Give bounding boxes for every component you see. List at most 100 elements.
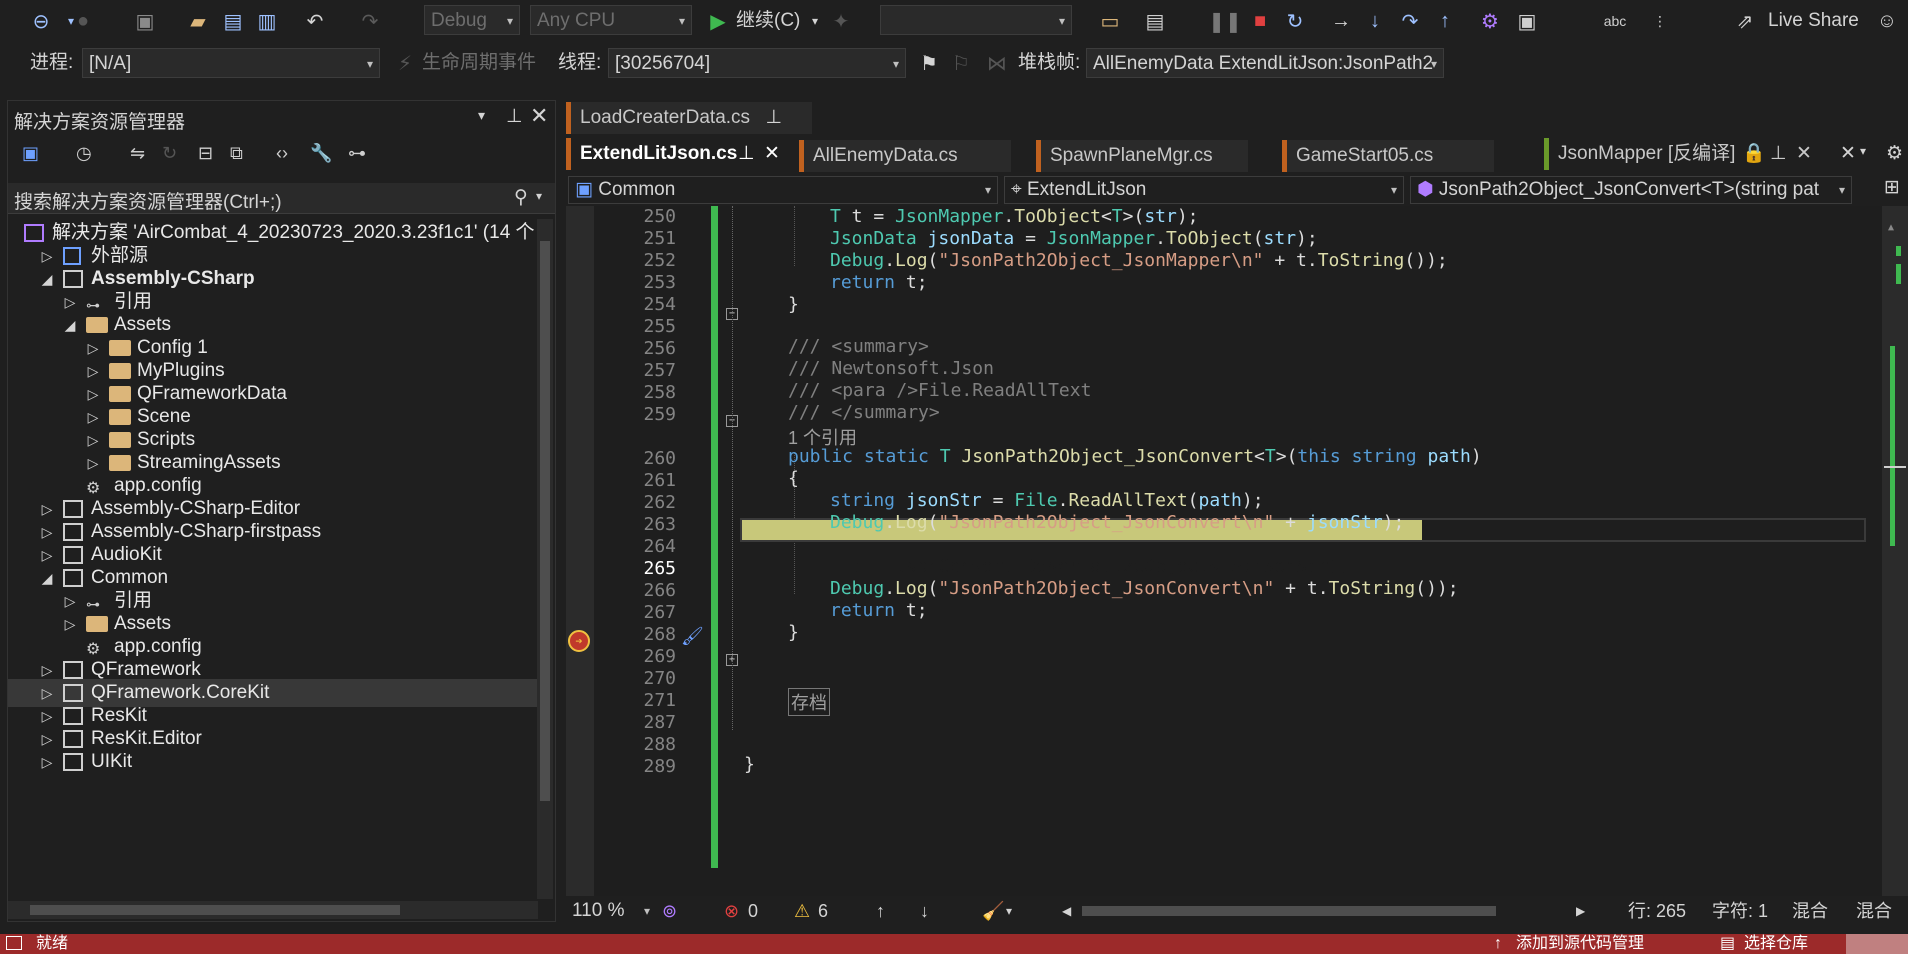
code-line-260[interactable]: public static T JsonPath2Object_JsonConv… [788,446,1482,467]
chevron-down-icon[interactable]: ▾ [1860,144,1866,158]
tab-spawnplanemgr[interactable]: SpawnPlaneMgr.cs [1036,140,1248,172]
code-editor[interactable]: ➔ 🖌 − − + 250 251 252 253 254 255 256 257 258 259… [566,206,1908,896]
notifications-icon[interactable] [1846,934,1908,954]
pin-icon[interactable]: ⊥ [1770,138,1787,170]
filter-icon[interactable]: ⋈ [982,48,1012,78]
scroll-right-icon[interactable]: ▶ [1576,896,1585,926]
switch-views-icon[interactable]: ▣ [22,143,39,164]
process-select[interactable]: [N/A] ▾ [82,48,380,78]
class-select[interactable]: ⌖ ExtendLitJson ▾ [1004,176,1404,204]
tree-item[interactable]: ▷ UIKit [8,748,538,776]
properties-icon[interactable]: 🔧 [310,143,332,164]
warning-count[interactable]: 6 [818,896,828,926]
horizontal-scrollbar[interactable] [8,901,538,919]
play-icon[interactable]: ▶ [703,6,733,36]
config-select[interactable]: Debug ▾ [424,5,520,35]
vertical-scrollbar[interactable] [537,219,553,899]
tab-gamestart05[interactable]: GameStart05.cs [1282,140,1494,172]
stop-icon[interactable]: ■ [1245,6,1275,36]
live-share-button[interactable]: Live Share [1768,6,1859,36]
code-line-289[interactable]: } [744,754,755,775]
code-line-254[interactable]: } [788,294,799,315]
show-next-statement-icon[interactable]: → [1326,6,1356,36]
forward-icon[interactable]: ● [68,6,98,36]
tab-allenemydata[interactable]: AllEnemyData.cs [799,140,1011,172]
overflow-icon[interactable]: ⋮ [1645,6,1675,36]
platform-select[interactable]: Any CPU ▾ [530,5,692,35]
collapse-all-icon[interactable]: ⊟ [198,143,213,164]
chevron-down-icon[interactable]: ▾ [1006,896,1012,926]
search-input[interactable]: 搜索解决方案资源管理器(Ctrl+;) [14,187,282,214]
close-icon[interactable]: ✕ [1796,138,1812,170]
tab-extendlitjson[interactable]: ExtendLitJson.cs ⊥ ✕ [566,138,794,170]
scroll-left-icon[interactable]: ◀ [1062,896,1071,926]
code-line-251[interactable]: JsonData jsonData = JsonMapper.ToObject(… [830,228,1318,249]
save-icon[interactable]: ▤ [218,6,248,36]
close-all-icon[interactable]: ✕ [1840,142,1856,165]
code-line-252[interactable]: Debug.Log("JsonPath2Object_JsonMapper\n"… [830,250,1448,271]
windows-icon[interactable]: ▣ [1512,6,1542,36]
split-icon[interactable]: ⊞ [1884,176,1900,199]
close-icon[interactable]: ✕ [530,103,548,129]
search-box[interactable]: 搜索解决方案资源管理器(Ctrl+;) ⚲ ▾ [8,183,555,214]
code-line-258[interactable]: /// <para />File.ReadAllText [788,380,1091,401]
code-line-259[interactable]: /// </summary> [788,402,940,423]
lifecycle-events-label[interactable]: 生命周期事件 [422,48,536,78]
error-count[interactable]: 0 [748,896,758,926]
zoom-select[interactable]: 110 % ▾ [566,896,656,926]
sync-icon[interactable]: ⇋ [130,143,145,164]
code-line-267[interactable]: return t; [830,600,928,621]
undo-icon[interactable]: ↶ [300,6,330,36]
code-line-262[interactable]: string jsonStr = File.ReadAllText(path); [830,490,1264,511]
select-repository[interactable]: 选择仓库 [1744,934,1808,954]
code-line-256[interactable]: /// <summary> [788,336,929,357]
target-select[interactable]: ▾ [880,5,1072,35]
member-select[interactable]: ⬢ JsonPath2Object_JsonConvert<T>(string … [1410,176,1852,204]
project-select[interactable]: ▣ Common ▾ [568,176,998,204]
code-line-265[interactable]: T t = JsonConvert.DeserializeObject<T>(j… [830,556,1350,577]
collapsed-region-archive[interactable]: 存档 [788,688,830,716]
column-indicator[interactable]: 字符: 1 [1712,896,1768,926]
code-cleanup-icon[interactable]: 🧹 [982,896,1004,926]
warning-icon[interactable]: ⚠ [794,896,810,926]
pending-changes-icon[interactable]: ◷ [76,143,92,164]
expand-arrow-icon[interactable]: ▷ [39,748,55,776]
line-ending-indicator[interactable]: 混合 [1856,896,1892,926]
refresh-icon[interactable]: ↻ [162,143,177,164]
upload-icon[interactable]: ↑ [1494,934,1502,954]
chevron-up-icon[interactable]: ▲ [1888,222,1894,233]
settings-icon[interactable]: ⚙ [1886,142,1903,165]
code-line-266[interactable]: Debug.Log("JsonPath2Object_JsonConvert\n… [830,578,1459,599]
arrow-up-icon[interactable]: ↑ [876,896,885,926]
chevron-down-icon[interactable]: ▾ [478,107,485,124]
intellicode-icon[interactable]: ⊚ [662,896,677,926]
search-icon[interactable]: ⚲ [514,186,528,209]
save-all-icon[interactable]: ▥ [252,6,282,36]
scrollbar-thumb[interactable] [540,241,550,801]
restart-icon[interactable]: ↻ [1280,6,1310,36]
code-line-253[interactable]: return t; [830,272,928,293]
line-indicator[interactable]: 行: 265 [1628,896,1686,926]
step-into-icon[interactable]: ↓ [1360,6,1390,36]
step-out-icon[interactable]: ↑ [1430,6,1460,36]
whitespace-indicator[interactable]: 混合 [1792,896,1828,926]
live-share-icon[interactable]: ⇗ [1730,6,1760,36]
redo-icon[interactable]: ↷ [355,6,385,36]
flag-thread-icon[interactable]: ⚐ [946,48,976,78]
code-line-268[interactable]: } [788,622,799,643]
pin-icon[interactable]: ⊥ [506,105,523,128]
code-icon[interactable]: ‹› [276,143,288,164]
error-icon[interactable]: ⊗ [724,896,739,926]
scrollbar-thumb[interactable] [30,905,400,915]
open-folder-icon[interactable]: ▰ [183,6,213,36]
stackframe-select[interactable]: AllEnemyData ExtendLitJson:JsonPath2 ▾ [1086,48,1444,78]
continue-button[interactable]: 继续(C) [736,6,800,36]
horizontal-scroll-thumb[interactable] [1082,906,1496,916]
new-item-icon[interactable]: ▣ [130,6,160,36]
close-icon[interactable]: ✕ [764,138,780,170]
thread-select[interactable]: [30256704] ▾ [608,48,906,78]
folder-view-icon[interactable]: ▭ [1095,6,1125,36]
step-over-icon[interactable]: ↷ [1395,6,1425,36]
tab-loadcreaterdata[interactable]: LoadCreaterData.cs ⊥ [566,102,812,134]
repo-icon[interactable]: ▤ [1720,934,1735,954]
